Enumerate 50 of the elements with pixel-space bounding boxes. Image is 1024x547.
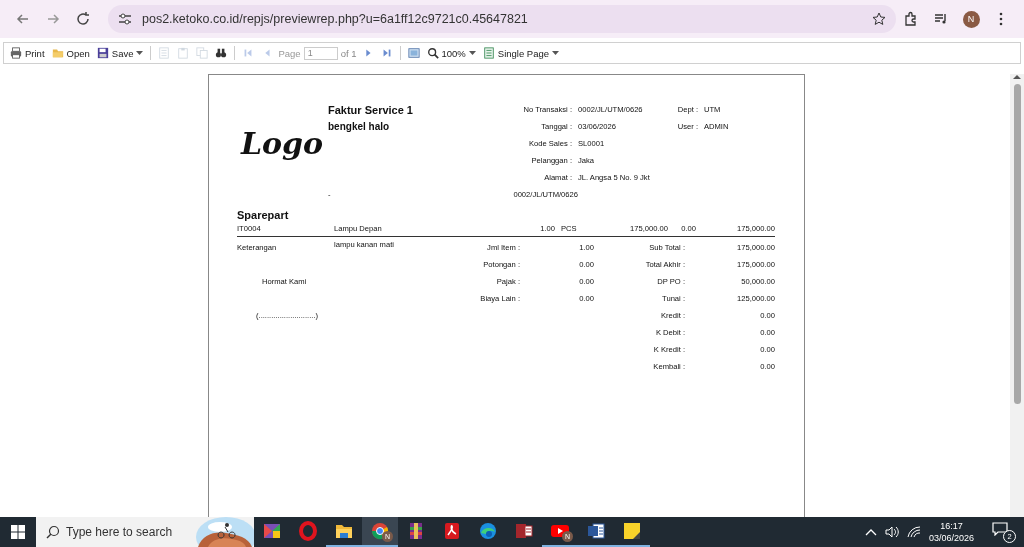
speaker-icon[interactable]	[884, 526, 899, 538]
binoculars-icon	[215, 47, 228, 59]
floppy-icon	[96, 47, 109, 59]
print-button[interactable]: Print	[8, 46, 47, 60]
ring-icon	[298, 521, 318, 541]
wave-icon	[478, 521, 498, 541]
message-icon	[992, 522, 1008, 536]
scrollbar[interactable]	[1010, 74, 1024, 517]
wifi-icon[interactable]	[906, 526, 921, 538]
search-field[interactable]: Type here to search	[66, 525, 186, 539]
company-name: bengkel halo	[328, 121, 391, 132]
document-icon	[586, 521, 606, 541]
report-title: Faktur Service 1	[328, 103, 414, 116]
search-icon	[426, 47, 439, 59]
page-number-field[interactable]: 1	[303, 46, 338, 60]
scroll-thumb[interactable]	[1013, 84, 1021, 404]
page-label: Page	[278, 47, 301, 59]
database-icon	[514, 521, 534, 541]
search-box[interactable]: Type here to search	[36, 517, 254, 547]
zoom-button[interactable]: 100%	[424, 46, 478, 60]
scroll-up-icon[interactable]	[1013, 74, 1021, 80]
browser-icon	[370, 521, 390, 541]
address-bar[interactable]: pos2.ketoko.co.id/repjs/previewrep.php?u=6a1ff12c9721c0.45647821	[108, 5, 896, 33]
taskbar-clock[interactable]: 16:17 03/06/2026	[928, 520, 974, 544]
search-icon	[46, 525, 60, 539]
page-icon	[482, 47, 495, 59]
screen-icon	[407, 47, 420, 59]
clipboard-icon	[177, 47, 190, 59]
page-count: of 1	[340, 47, 357, 59]
reload-icon[interactable]	[75, 11, 91, 27]
sticky-note-icon	[622, 521, 642, 541]
puzzle-icon[interactable]	[903, 11, 919, 27]
page-icon	[158, 47, 171, 59]
save-button[interactable]: Save	[94, 46, 146, 60]
section-heading: Sparepart	[237, 209, 290, 221]
pdf-icon	[442, 521, 462, 541]
time: 16:17	[940, 520, 963, 532]
chevron-up-icon[interactable]	[864, 527, 877, 537]
printer-icon	[10, 47, 22, 59]
folder-icon	[51, 47, 64, 59]
open-button[interactable]: Open	[49, 46, 92, 60]
colorful-tile-icon	[262, 521, 282, 541]
pages-button[interactable]: Single Page	[480, 46, 562, 60]
star-icon[interactable]	[872, 12, 886, 26]
date: 03/06/2026	[928, 532, 974, 544]
profile-avatar[interactable]: N	[962, 10, 980, 28]
screen-button[interactable]	[405, 46, 422, 60]
windows-icon	[11, 525, 25, 539]
site-settings-icon[interactable]	[118, 12, 132, 26]
copy-icon	[196, 47, 209, 59]
